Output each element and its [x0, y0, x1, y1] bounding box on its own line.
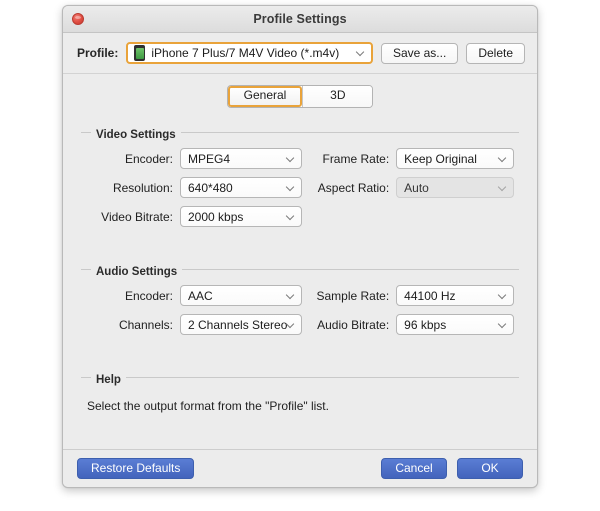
title-bar: Profile Settings: [63, 6, 537, 33]
audio-settings-title: Audio Settings: [91, 266, 183, 278]
sample-rate-field: Sample Rate: 44100 Hz: [311, 285, 517, 306]
field-row: Encoder: AAC Sample Rate: 44100 Hz: [83, 285, 517, 306]
profile-label: Profile:: [77, 46, 119, 60]
video-bitrate-dropdown[interactable]: 2000 kbps: [180, 206, 302, 227]
profile-dropdown[interactable]: iPhone 7 Plus/7 M4V Video (*.m4v): [126, 42, 373, 64]
video-encoder-label: Encoder:: [124, 151, 173, 166]
video-encoder-field: Encoder: MPEG4: [83, 148, 311, 169]
video-encoder-value: MPEG4: [188, 151, 231, 166]
chevron-down-icon: [287, 292, 294, 299]
video-bitrate-field: Video Bitrate: 2000 kbps: [83, 206, 311, 227]
dialog-footer: Restore Defaults Cancel OK: [63, 449, 537, 487]
resolution-dropdown[interactable]: 640*480: [180, 177, 302, 198]
channels-field: Channels: 2 Channels Stereo: [83, 314, 311, 335]
tab-general[interactable]: General: [227, 86, 303, 107]
chevron-down-icon: [287, 184, 294, 191]
aspect-ratio-field: Aspect Ratio: Auto: [311, 177, 517, 198]
field-row: Channels: 2 Channels Stereo Audio Bitrat…: [83, 314, 517, 335]
video-bitrate-value: 2000 kbps: [188, 209, 244, 224]
chevron-down-icon: [499, 292, 506, 299]
close-icon[interactable]: [72, 13, 84, 25]
resolution-value: 640*480: [188, 180, 233, 195]
video-encoder-dropdown[interactable]: MPEG4: [180, 148, 302, 169]
audio-bitrate-dropdown[interactable]: 96 kbps: [396, 314, 515, 335]
channels-dropdown[interactable]: 2 Channels Stereo: [180, 314, 302, 335]
chevron-down-icon: [287, 155, 294, 162]
audio-encoder-field: Encoder: AAC: [83, 285, 311, 306]
segmented-control: General 3D: [226, 85, 374, 108]
frame-rate-value: Keep Original: [404, 151, 477, 166]
resolution-label: Resolution:: [112, 180, 173, 195]
sample-rate-value: 44100 Hz: [404, 288, 456, 303]
delete-button[interactable]: Delete: [466, 42, 525, 64]
chevron-down-icon: [499, 184, 506, 191]
audio-bitrate-field: Audio Bitrate: 96 kbps: [311, 314, 517, 335]
tab-3d[interactable]: 3D: [302, 86, 373, 107]
video-settings-fields: Encoder: MPEG4 Frame Rate: Keep Original: [77, 148, 523, 241]
settings-body: General 3D Video Settings Encoder: MPEG4: [63, 74, 537, 449]
cancel-button[interactable]: Cancel: [381, 458, 447, 479]
chevron-down-icon: [355, 47, 365, 57]
field-row: Resolution: 640*480 Aspect Ratio: Auto: [83, 177, 517, 198]
window-title: Profile Settings: [253, 12, 347, 26]
chevron-down-icon: [499, 321, 506, 328]
group-divider: [81, 377, 519, 378]
aspect-ratio-label: Aspect Ratio:: [317, 180, 390, 195]
audio-bitrate-value: 96 kbps: [404, 317, 447, 332]
audio-encoder-dropdown[interactable]: AAC: [180, 285, 302, 306]
chevron-down-icon: [499, 155, 506, 162]
chevron-down-icon: [287, 213, 294, 220]
sample-rate-label: Sample Rate:: [316, 288, 390, 303]
profile-settings-window: Profile Settings Profile: iPhone 7 Plus/…: [62, 5, 538, 488]
chevron-down-icon: [287, 321, 294, 328]
audio-encoder-label: Encoder:: [124, 288, 173, 303]
field-row: Video Bitrate: 2000 kbps: [83, 206, 517, 227]
audio-bitrate-label: Audio Bitrate:: [317, 317, 390, 332]
profile-dropdown-value: iPhone 7 Plus/7 M4V Video (*.m4v): [151, 46, 340, 60]
field-row: Encoder: MPEG4 Frame Rate: Keep Original: [83, 148, 517, 169]
audio-settings-group: Audio Settings Encoder: AAC Sample Rate:…: [77, 263, 523, 349]
profile-bar: Profile: iPhone 7 Plus/7 M4V Video (*.m4…: [63, 33, 537, 74]
help-title: Help: [91, 374, 126, 386]
channels-value: 2 Channels Stereo: [188, 317, 288, 332]
audio-settings-fields: Encoder: AAC Sample Rate: 44100 Hz Chann…: [77, 285, 523, 349]
ok-button[interactable]: OK: [457, 458, 523, 479]
tab-bar: General 3D: [77, 74, 523, 112]
audio-encoder-value: AAC: [188, 288, 213, 303]
aspect-ratio-dropdown[interactable]: Auto: [396, 177, 515, 198]
save-as-button[interactable]: Save as...: [380, 42, 459, 64]
frame-rate-label: Frame Rate:: [322, 151, 390, 166]
frame-rate-field: Frame Rate: Keep Original: [311, 148, 517, 169]
sample-rate-dropdown[interactable]: 44100 Hz: [396, 285, 515, 306]
video-bitrate-label: Video Bitrate:: [101, 209, 173, 224]
help-group: Help Select the output format from the "…: [77, 371, 523, 413]
channels-label: Channels:: [118, 317, 173, 332]
resolution-field: Resolution: 640*480: [83, 177, 311, 198]
frame-rate-dropdown[interactable]: Keep Original: [396, 148, 515, 169]
video-settings-group: Video Settings Encoder: MPEG4 Frame Rate…: [77, 126, 523, 241]
aspect-ratio-value: Auto: [404, 180, 429, 195]
restore-defaults-button[interactable]: Restore Defaults: [77, 458, 195, 479]
help-text: Select the output format from the "Profi…: [87, 399, 329, 413]
video-settings-title: Video Settings: [91, 129, 181, 141]
iphone-icon: [134, 45, 146, 61]
